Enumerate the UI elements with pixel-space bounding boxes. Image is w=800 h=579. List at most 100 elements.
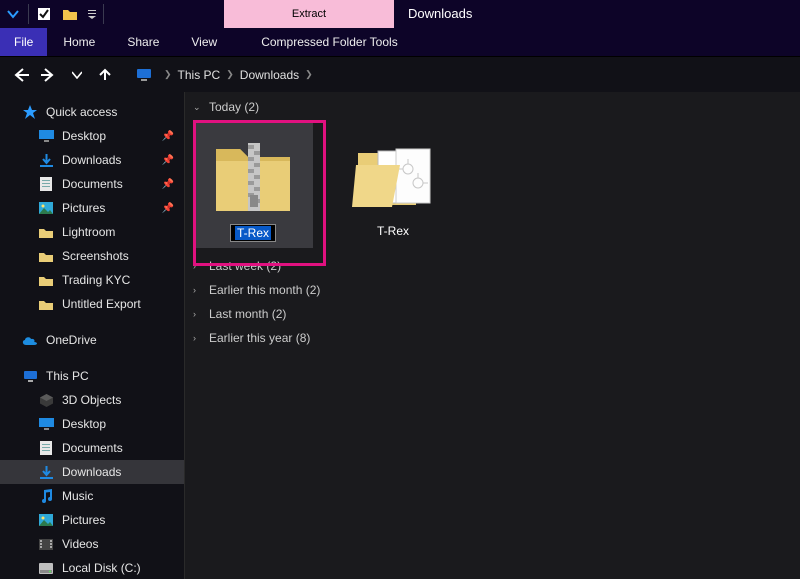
sidebar-item-label: Local Disk (C:) (62, 561, 141, 575)
pin-icon: 📌 (162, 155, 174, 166)
sidebar-item-label: Documents (62, 441, 123, 455)
sidebar-item-documents[interactable]: Documents (0, 436, 184, 460)
sidebar-onedrive[interactable]: OneDrive (0, 328, 184, 352)
sidebar-item-label: Desktop (62, 417, 106, 431)
content-pane[interactable]: ⌄ Today (2) T-Rex (184, 92, 800, 579)
pc-icon (22, 368, 38, 384)
sidebar-item-desktop[interactable]: Desktop📌 (0, 124, 184, 148)
sidebar-item-trading-kyc[interactable]: Trading KYC (0, 268, 184, 292)
sidebar-item-pictures[interactable]: Pictures📌 (0, 196, 184, 220)
group-last-month[interactable]: › Last month (2) (185, 302, 800, 326)
share-menu[interactable]: Share (111, 28, 175, 56)
items-row: T-Rex T-Rex (185, 116, 800, 254)
group-today[interactable]: ⌄ Today (2) (185, 92, 800, 116)
back-button[interactable] (10, 64, 32, 86)
folder-icon[interactable] (57, 0, 83, 28)
folder-icon (38, 248, 54, 264)
group-earlier-this-month[interactable]: › Earlier this month (2) (185, 278, 800, 302)
titlebar: Extract Downloads (0, 0, 800, 28)
folder-icon (38, 224, 54, 240)
chevron-right-icon: › (193, 285, 203, 295)
window-title: Downloads (394, 0, 486, 28)
group-earlier-this-year[interactable]: › Earlier this year (8) (185, 326, 800, 350)
sidebar-item-downloads[interactable]: Downloads 📌 (0, 148, 184, 172)
sidebar-item-label: Videos (62, 537, 98, 551)
overflow-icon[interactable] (83, 0, 101, 28)
nav-pane[interactable]: Quick access Desktop📌Downloads📌Documents… (0, 92, 184, 579)
sidebar-item-pictures[interactable]: Pictures (0, 508, 184, 532)
chevron-right-icon: › (193, 333, 203, 343)
separator (103, 4, 104, 24)
star-icon (22, 104, 38, 120)
filename-label: T-Rex (377, 224, 409, 238)
sidebar-item-local-disk-c-[interactable]: Local Disk (C:) (0, 556, 184, 579)
crumb-this-pc[interactable]: This PC (178, 68, 221, 82)
recent-locations-button[interactable] (66, 64, 88, 86)
chevron-right-icon: ❯ (164, 69, 172, 80)
sidebar-item-music[interactable]: Music (0, 484, 184, 508)
disk-icon (38, 560, 54, 576)
sidebar-item-label: Documents (62, 177, 123, 191)
chevron-down-icon: ⌄ (193, 102, 203, 113)
sidebar-item-label: Lightroom (62, 225, 115, 239)
file-item-folder[interactable]: T-Rex (333, 122, 453, 248)
pin-icon: 📌 (162, 179, 174, 190)
sidebar-quick-access[interactable]: Quick access (0, 100, 184, 124)
filename-edit[interactable]: T-Rex (230, 224, 276, 242)
folder-icon (38, 272, 54, 288)
crumb-downloads[interactable]: Downloads (240, 68, 299, 82)
download-icon (38, 464, 54, 480)
home-menu[interactable]: Home (47, 28, 111, 56)
chevron-right-icon: ❯ (226, 69, 234, 80)
checkbox-icon[interactable] (31, 0, 57, 28)
sidebar-item-label: Pictures (62, 201, 105, 215)
sidebar-item-label: Music (62, 489, 93, 503)
sidebar-item-label: Downloads (62, 465, 121, 479)
nav-toolbar: ❯ This PC ❯ Downloads ❯ (0, 56, 800, 92)
forward-button[interactable] (38, 64, 60, 86)
cloud-icon (22, 332, 38, 348)
sidebar-item-label: Screenshots (62, 249, 129, 263)
music-icon (38, 488, 54, 504)
folder-icon (38, 296, 54, 312)
tab-extract-contextual[interactable]: Extract (224, 0, 394, 28)
download-icon (38, 152, 54, 168)
group-label: Last week (2) (209, 259, 281, 273)
sidebar-item-label: Trading KYC (62, 273, 130, 287)
sidebar-item-label: Downloads (62, 153, 121, 167)
open-folder-icon (347, 128, 439, 220)
breadcrumb[interactable]: ❯ This PC ❯ Downloads ❯ (164, 68, 313, 82)
desktop-icon (38, 128, 54, 144)
chevron-right-icon: ❯ (305, 69, 313, 80)
compressed-folder-tools-label[interactable]: Compressed Folder Tools (245, 28, 414, 56)
group-label: Last month (2) (209, 307, 286, 321)
pc-icon[interactable] (136, 68, 152, 82)
pics-icon (38, 200, 54, 216)
sidebar-item-lightroom[interactable]: Lightroom (0, 220, 184, 244)
sidebar-item-screenshots[interactable]: Screenshots (0, 244, 184, 268)
sidebar-item-downloads[interactable]: Downloads (0, 460, 184, 484)
video-icon (38, 536, 54, 552)
doc-icon (38, 176, 54, 192)
sidebar-item-desktop[interactable]: Desktop (0, 412, 184, 436)
view-menu[interactable]: View (175, 28, 233, 56)
pin-icon: 📌 (162, 131, 174, 142)
zip-icon (207, 128, 299, 220)
group-last-week[interactable]: › Last week (2) (185, 254, 800, 278)
sidebar-item-untitled-export[interactable]: Untitled Export (0, 292, 184, 316)
group-label: Today (2) (209, 100, 259, 114)
sidebar-item-3d-objects[interactable]: 3D Objects (0, 388, 184, 412)
chevron-right-icon: › (193, 309, 203, 319)
pics-icon (38, 512, 54, 528)
file-item-zip[interactable]: T-Rex (193, 122, 313, 248)
sidebar-item-videos[interactable]: Videos (0, 532, 184, 556)
sidebar-item-documents[interactable]: Documents 📌 (0, 172, 184, 196)
down-arrow-icon[interactable] (0, 0, 26, 28)
3d-icon (38, 392, 54, 408)
sidebar-this-pc[interactable]: This PC (0, 364, 184, 388)
doc-icon (38, 440, 54, 456)
file-menu[interactable]: File (0, 28, 47, 56)
extract-label: Extract (292, 8, 326, 20)
up-button[interactable] (94, 64, 116, 86)
group-label: Earlier this month (2) (209, 283, 320, 297)
